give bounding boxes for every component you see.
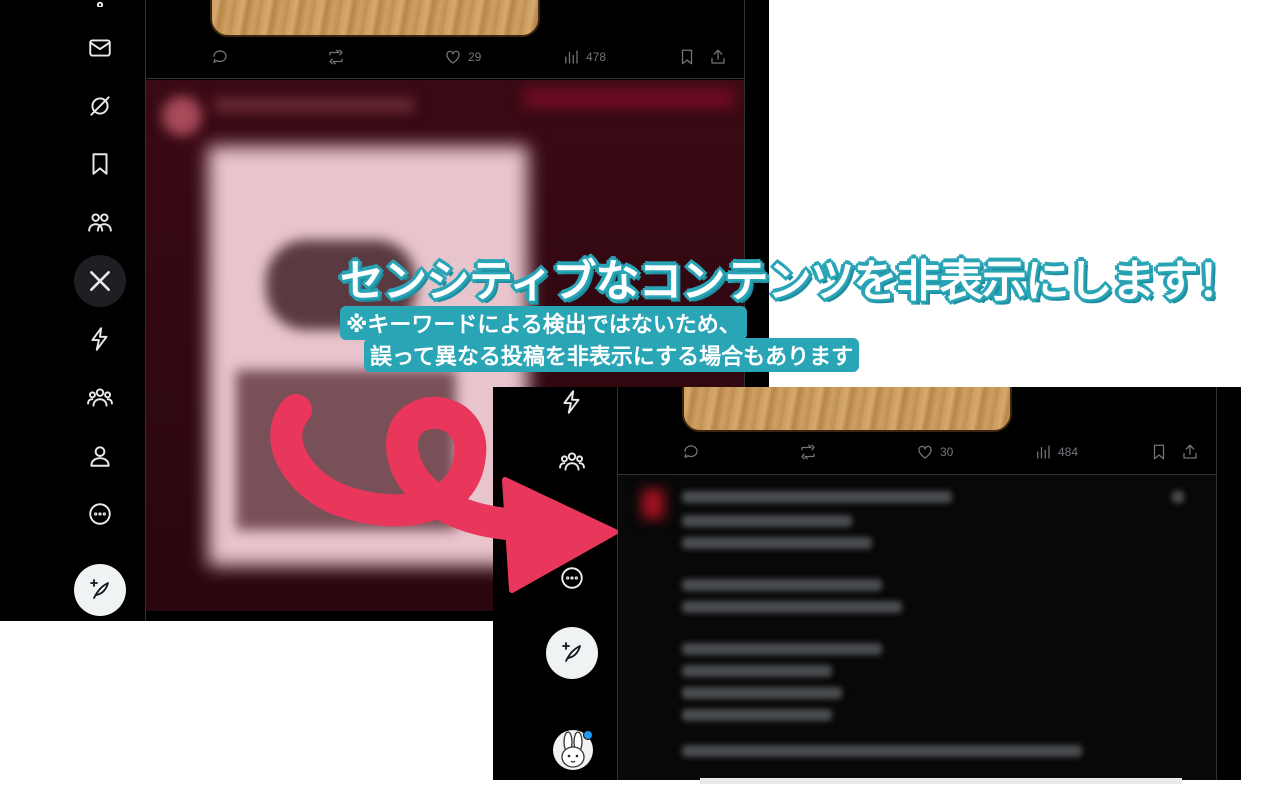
note-caption-line1: ※キーワードによる検出ではないため、 <box>340 306 747 340</box>
curved-arrow-icon <box>270 394 618 593</box>
note-caption-line2: 誤って異なる投稿を非表示にする場合もあります <box>364 338 860 372</box>
headline-caption: センシティブなコンテンツを非表示にします！ <box>340 256 1241 307</box>
